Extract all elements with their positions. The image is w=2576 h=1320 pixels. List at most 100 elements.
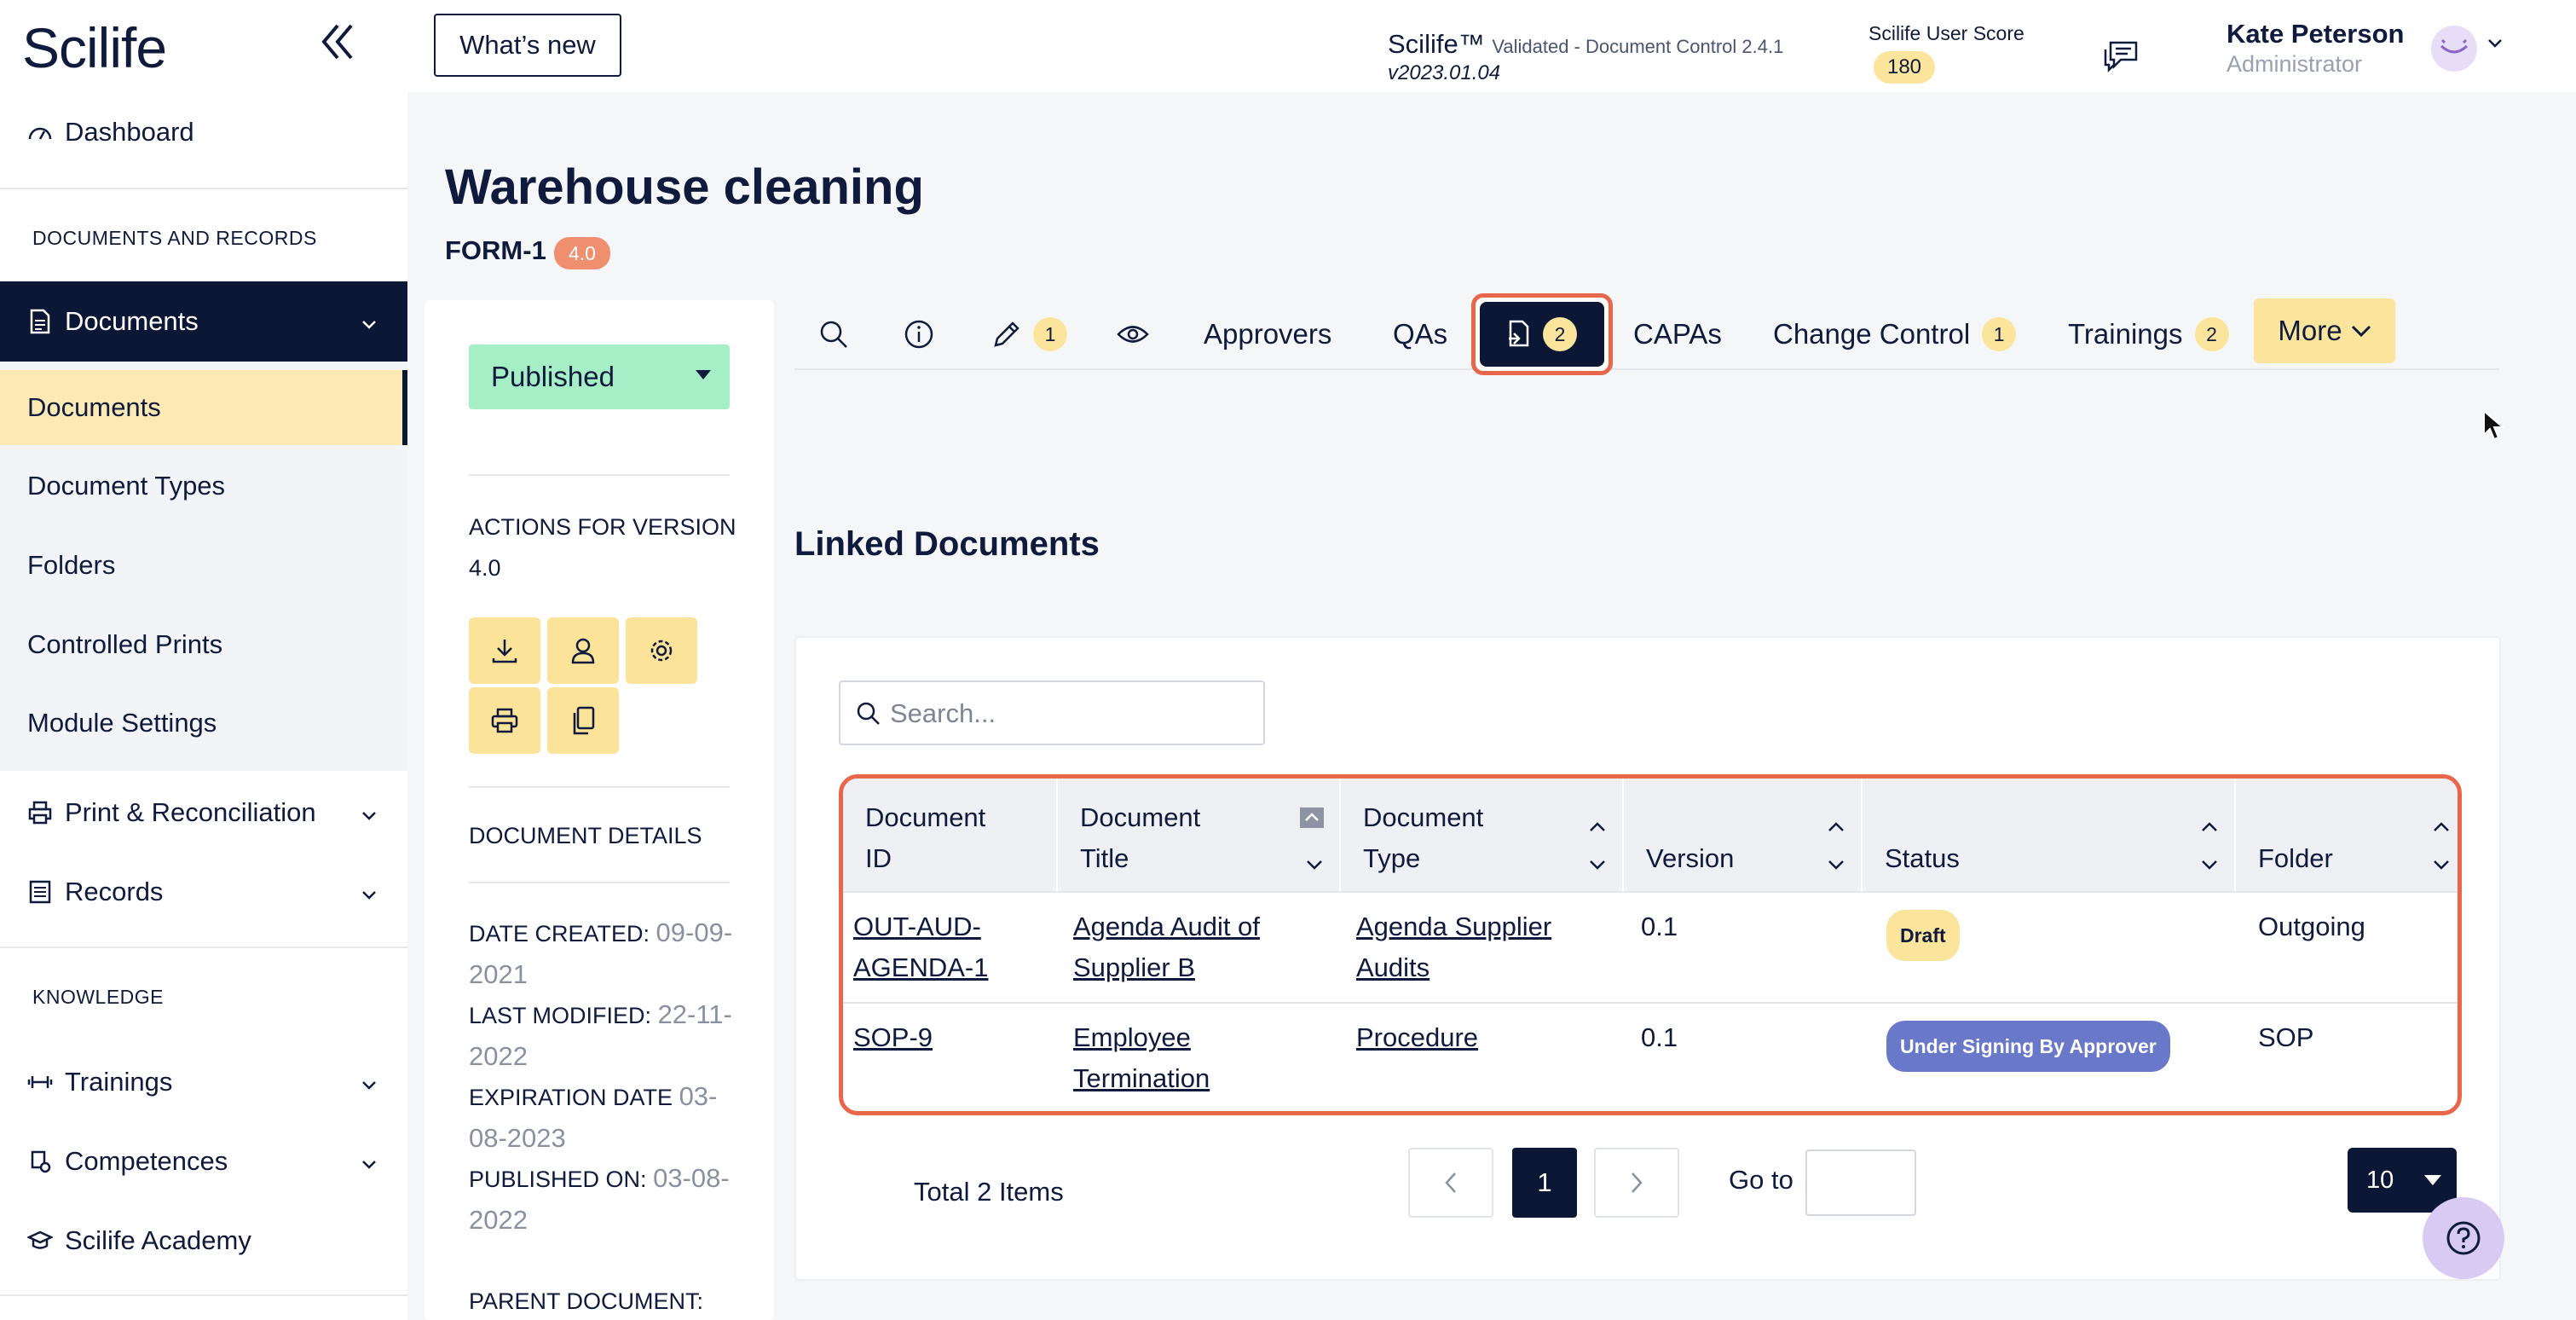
chevron-down-icon bbox=[361, 797, 377, 828]
sidebar-item-label: Documents bbox=[65, 306, 199, 336]
page-size-select[interactable]: 10 bbox=[2348, 1148, 2457, 1213]
divider bbox=[0, 1294, 407, 1296]
sort-desc-icon[interactable] bbox=[1588, 842, 1607, 883]
printer-icon bbox=[491, 708, 518, 733]
user-menu-chevron-icon[interactable] bbox=[2487, 38, 2503, 53]
column-header-document-id[interactable]: Document ID bbox=[843, 779, 1058, 891]
chevron-down-icon bbox=[361, 1146, 377, 1177]
product-description: Validated - Document Control 2.4.1 bbox=[1492, 36, 1784, 57]
double-chevron-left-icon bbox=[321, 24, 353, 60]
documents-submenu: Documents Document Types Folders Control… bbox=[0, 362, 407, 771]
sidebar-item-label: Competences bbox=[65, 1146, 228, 1176]
more-tabs-button[interactable]: More bbox=[2254, 298, 2395, 363]
whats-new-button[interactable]: What’s new bbox=[434, 14, 621, 77]
tab-info[interactable] bbox=[904, 298, 934, 370]
expiration-date: EXPIRATION DATE 03-08-2023 bbox=[469, 1081, 718, 1153]
sidebar-item-scilife-academy[interactable]: Scilife Academy bbox=[0, 1216, 407, 1265]
tab-edit[interactable]: 1 bbox=[992, 298, 1067, 370]
sort-desc-icon[interactable] bbox=[1305, 842, 1324, 883]
tab-capas[interactable]: CAPAs bbox=[1633, 298, 1722, 370]
submenu-item-module-settings[interactable]: Module Settings bbox=[0, 686, 407, 761]
sort-desc-icon[interactable] bbox=[2432, 842, 2451, 883]
sidebar-item-label: Records bbox=[65, 877, 164, 906]
copy-button[interactable] bbox=[547, 687, 619, 754]
divider bbox=[0, 947, 407, 948]
document-type-link[interactable]: Procedure bbox=[1356, 1017, 1612, 1058]
column-header-document-title[interactable]: Document Title bbox=[1058, 779, 1341, 891]
tab-badge: 1 bbox=[1033, 317, 1067, 351]
chevron-left-icon bbox=[1445, 1172, 1456, 1193]
document-title-link[interactable]: Employee Termination bbox=[1073, 1017, 1329, 1099]
sidebar-item-documents[interactable]: Documents bbox=[0, 281, 407, 362]
print-button[interactable] bbox=[469, 687, 540, 754]
sort-asc-icon[interactable] bbox=[2200, 804, 2219, 845]
chevron-down-icon bbox=[2351, 325, 2371, 338]
submenu-item-folders[interactable]: Folders bbox=[0, 528, 407, 603]
assign-user-button[interactable] bbox=[547, 617, 619, 684]
document-id-link[interactable]: SOP-9 bbox=[853, 1017, 1049, 1058]
sort-asc-icon[interactable] bbox=[1827, 804, 1845, 845]
tab-search[interactable] bbox=[818, 298, 849, 370]
search-field[interactable] bbox=[839, 680, 1265, 745]
sidebar-item-print-reconciliation[interactable]: Print & Reconciliation bbox=[0, 788, 407, 837]
settings-button[interactable] bbox=[626, 617, 697, 684]
search-icon bbox=[820, 321, 847, 348]
section-label-knowledge: KNOWLEDGE bbox=[32, 986, 165, 1008]
sort-desc-icon[interactable] bbox=[1827, 842, 1845, 883]
sidebar-item-label: Print & Reconciliation bbox=[65, 797, 316, 827]
column-header-folder[interactable]: Folder bbox=[2236, 779, 2458, 891]
sidebar-item-dashboard[interactable]: Dashboard bbox=[0, 107, 407, 157]
printer-icon bbox=[26, 798, 55, 827]
download-button[interactable] bbox=[469, 617, 540, 684]
info-icon bbox=[904, 320, 933, 349]
sort-asc-active-icon[interactable] bbox=[1300, 799, 1324, 840]
dumbbell-icon bbox=[26, 1068, 55, 1097]
tab-trainings[interactable]: Trainings 2 bbox=[2068, 298, 2229, 370]
status-dropdown[interactable]: Published bbox=[469, 344, 730, 409]
divider bbox=[469, 882, 730, 883]
sort-asc-icon[interactable] bbox=[2432, 804, 2451, 845]
document-title-link[interactable]: Agenda Audit of Supplier B bbox=[1073, 906, 1329, 988]
previous-page-button[interactable] bbox=[1408, 1148, 1493, 1218]
document-icon bbox=[26, 307, 55, 336]
go-to-page-input[interactable] bbox=[1805, 1149, 1916, 1216]
tab-approvers[interactable]: Approvers bbox=[1204, 298, 1331, 370]
user-score-badge: 180 bbox=[1874, 51, 1935, 84]
caret-down-icon bbox=[2424, 1175, 2441, 1185]
submenu-item-documents[interactable]: Documents bbox=[0, 370, 407, 445]
avatar[interactable] bbox=[2431, 26, 2477, 72]
column-header-document-type[interactable]: Document Type bbox=[1341, 779, 1624, 891]
search-input[interactable] bbox=[890, 689, 1248, 738]
document-type-link[interactable]: Agenda Supplier Audits bbox=[1356, 906, 1612, 988]
next-page-button[interactable] bbox=[1594, 1148, 1679, 1218]
sort-asc-icon[interactable] bbox=[1588, 804, 1607, 845]
folder-value: SOP bbox=[2258, 1022, 2314, 1052]
help-button[interactable] bbox=[2423, 1197, 2504, 1279]
eye-icon bbox=[2440, 39, 2469, 54]
document-details-label: DOCUMENT DETAILS bbox=[469, 823, 702, 848]
tab-change-control[interactable]: Change Control 1 bbox=[1773, 298, 2017, 370]
tab-bar: 1 Approvers QAs CAPAs Change Control 1 T… bbox=[794, 298, 2499, 370]
tab-view[interactable] bbox=[1117, 298, 1149, 370]
chat-icon[interactable] bbox=[2102, 39, 2140, 78]
page-1-button[interactable]: 1 bbox=[1512, 1148, 1577, 1218]
submenu-item-controlled-prints[interactable]: Controlled Prints bbox=[0, 607, 407, 682]
sidebar-item-trainings[interactable]: Trainings bbox=[0, 1057, 407, 1107]
table-row: SOP-9 Employee Termination Procedure 0.1… bbox=[843, 1002, 2458, 1111]
column-header-version[interactable]: Version bbox=[1624, 779, 1863, 891]
sidebar-item-records[interactable]: Records bbox=[0, 867, 407, 917]
collapse-sidebar-button[interactable] bbox=[319, 20, 361, 72]
submenu-item-document-types[interactable]: Document Types bbox=[0, 449, 407, 524]
tab-qas[interactable]: QAs bbox=[1393, 298, 1447, 370]
chevron-down-icon bbox=[361, 306, 377, 337]
table-row: OUT-AUD- AGENDA-1 Agenda Audit of Suppli… bbox=[843, 891, 2458, 1002]
divider bbox=[0, 188, 407, 189]
document-id-link[interactable]: OUT-AUD- AGENDA-1 bbox=[853, 906, 1049, 988]
sidebar-item-label: Trainings bbox=[65, 1067, 173, 1097]
column-header-status[interactable]: Status bbox=[1863, 779, 2236, 891]
sort-desc-icon[interactable] bbox=[2200, 842, 2219, 883]
sidebar-item-competences[interactable]: Competences bbox=[0, 1137, 407, 1186]
tab-linked-documents[interactable]: 2 bbox=[1480, 302, 1604, 367]
certificate-icon bbox=[26, 1147, 55, 1176]
version-value: 0.1 bbox=[1641, 912, 1678, 941]
